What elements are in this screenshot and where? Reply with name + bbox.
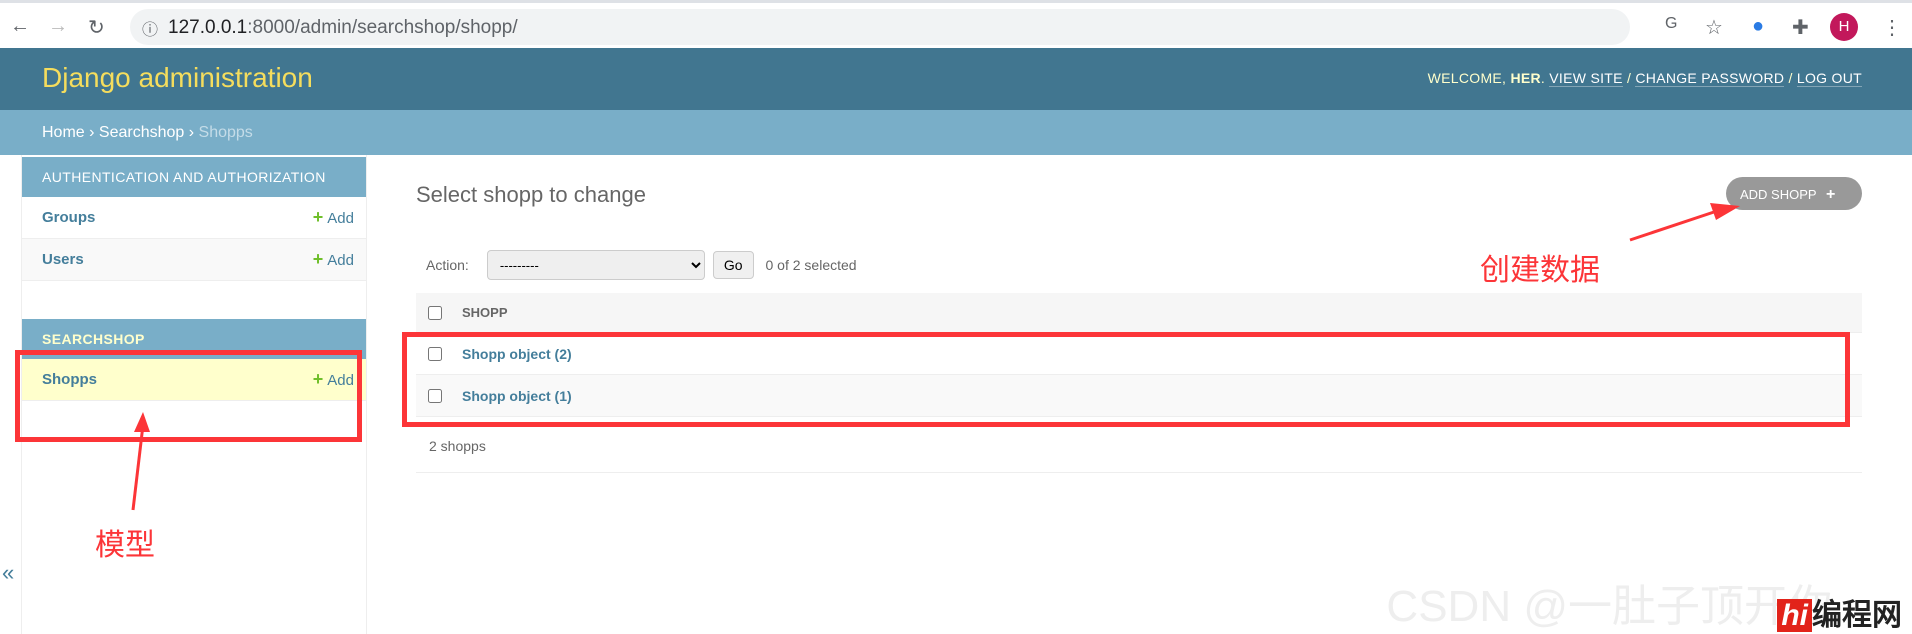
site-logo: hi 编程网 xyxy=(1777,590,1902,634)
logo-text: 编程网 xyxy=(1812,599,1902,632)
arrow-model-shaft xyxy=(131,424,145,511)
annotation-arrows xyxy=(131,203,1740,511)
arrow-model-head xyxy=(134,412,150,432)
annotation-model: 模型 xyxy=(95,529,155,562)
logo-mark: hi xyxy=(1777,599,1812,632)
arrow-create-head xyxy=(1710,203,1740,220)
csdn-watermark: CSDN @一肚子顶开你 xyxy=(1386,582,1832,631)
annotation-create: 创建数据 xyxy=(1480,254,1600,287)
arrow-create-shaft xyxy=(1629,208,1721,242)
